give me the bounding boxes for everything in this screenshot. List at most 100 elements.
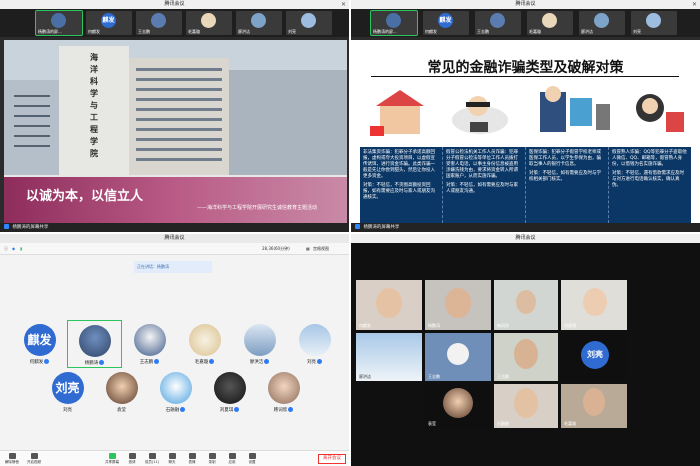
video-tile[interactable]: 王志鹏	[425, 333, 491, 381]
fraud-countermeasure: 对策：不轻信，不贪图高额投资回报，如有需要应及时与家人或朋友沟通核实。	[363, 183, 435, 200]
participant-thumb[interactable]: 王志鹏	[475, 11, 521, 35]
participant-name: 杨鹏涛的屏...	[373, 29, 397, 34]
button-label: 录制	[208, 460, 216, 464]
participant-thumb[interactable]: 杨鹏涛的屏...	[370, 10, 418, 36]
mic-muted-icon	[99, 360, 105, 365]
participant-thumb[interactable]: 廖洪洁	[579, 11, 625, 35]
start-video-button[interactable]: 开启视频	[26, 453, 42, 465]
reaction-button[interactable]: 表情	[184, 453, 200, 465]
video-tile[interactable]: 杨鹏涛	[425, 280, 491, 330]
svg-text:院: 院	[90, 148, 98, 158]
participant-thumb[interactable]: 麒发 何麒发	[423, 11, 469, 35]
shared-slide: 海洋科 学与工 程学院 以诚为本，以信立人 ——海洋科学与工程学院开展研究生诚信…	[4, 40, 347, 223]
participant-tile[interactable]: 杨鹏涛	[67, 320, 122, 368]
participant-strip: 杨鹏涛的屏... 麒发 何麒发 王志鹏 毛嘉璇 廖洪洁 刘亮	[351, 9, 700, 37]
members-button[interactable]: 成员(11)	[144, 453, 160, 465]
participant-tile[interactable]: 廖洪洁	[232, 320, 287, 368]
screen-share-icon	[355, 224, 360, 229]
participant-thumb[interactable]: 廖洪洁	[236, 11, 282, 35]
participant-name: 韩词欣	[497, 323, 509, 328]
unmute-button[interactable]: 解除静音	[4, 453, 20, 465]
mic-muted-icon	[234, 407, 240, 412]
participant-thumb[interactable]: 杨鹏涛的屏...	[35, 10, 83, 36]
participant-tile[interactable]: 韩词欣	[256, 368, 311, 416]
grid-view-icon[interactable]: ▦	[306, 243, 310, 255]
meeting-info-icon[interactable]: ⓘ	[4, 243, 8, 255]
apps-button[interactable]: 应用	[224, 453, 240, 465]
svg-text:学: 学	[90, 88, 98, 98]
participant-tile[interactable]: 袁莹	[94, 368, 149, 416]
close-icon[interactable]: ✕	[692, 0, 697, 9]
close-icon[interactable]: ✕	[341, 0, 346, 9]
fraud-types-panel: 非法集资诈骗：犯罪分子承诺高额回报，虚构或夸大投资项目，以虚假宣传诱饵，进行资金…	[360, 147, 691, 223]
video-tile[interactable]: 石融融	[494, 384, 558, 428]
video-tile[interactable]: 廖洪洁	[356, 333, 422, 381]
mic-muted-icon	[44, 359, 50, 364]
participant-tile[interactable]: 石融融	[148, 368, 203, 416]
video-tile[interactable]: 何麒发	[356, 280, 422, 330]
invite-button[interactable]: 邀请	[124, 453, 140, 465]
participant-face	[583, 288, 607, 316]
participant-name: 毛嘉璇	[194, 360, 209, 365]
participant-name: 刘亮	[307, 360, 316, 365]
participant-name: 王志鹏	[497, 374, 509, 379]
participant-thumb[interactable]: 麒发 何麒发	[86, 11, 132, 35]
heading-underline	[371, 76, 679, 77]
chat-button[interactable]: 聊天	[164, 453, 180, 465]
window-title: 腾讯会议	[515, 235, 536, 241]
participant-tile[interactable]: 刘亮 刘亮	[40, 368, 95, 416]
participant-name: 何麒发	[88, 29, 100, 34]
avatar	[151, 13, 166, 28]
view-switch-label[interactable]: 宫格视图	[313, 243, 329, 255]
fraud-column: 医保诈骗：犯罪分子假冒学校老师或医保工作人员，以学生参保为由，骗取当事人的银行卡…	[525, 147, 608, 223]
avatar	[267, 372, 300, 404]
participant-thumb[interactable]: 王志鹏	[136, 11, 182, 35]
participant-thumb[interactable]: 毛嘉璇	[186, 11, 232, 35]
shared-slide: 常见的金融诈骗类型及破解对策 非法集资诈骗：犯罪分子承诺高额回报，虚构或夸大投资…	[351, 40, 700, 223]
fraud-column: 假冒熟人诈骗：QQ等犯罪分子盗取他人微信、QQ、邮箱等，假冒熟人身份，以借钱为名…	[608, 147, 691, 223]
video-tile[interactable]: 刘亮	[561, 333, 627, 381]
participant-name: 廖洪洁	[359, 374, 371, 379]
participant-tile[interactable]: 毛嘉璇	[177, 320, 232, 368]
video-tile[interactable]: 毛嘉璇	[561, 384, 627, 428]
participant-name: 袁莹	[428, 421, 436, 426]
participant-name: 王志鹏	[428, 374, 440, 379]
svg-text:与: 与	[90, 100, 98, 110]
settings-button[interactable]: 设置	[244, 453, 260, 465]
participant-name: 毛嘉璇	[529, 29, 541, 34]
participant-name: 毛嘉璇	[188, 29, 200, 34]
microphone-icon	[8, 453, 16, 459]
participant-face	[445, 288, 471, 318]
illustration-money-house	[370, 90, 424, 136]
avatar	[490, 13, 505, 28]
video-tile[interactable]: 刘夏琪	[561, 280, 627, 330]
avatar: 麒发	[23, 324, 56, 356]
share-screen-button[interactable]: 共享屏幕	[104, 453, 120, 465]
avatar	[542, 13, 557, 28]
video-tile[interactable]: 王志鹏	[494, 333, 558, 381]
avatar: 麒发	[101, 13, 116, 28]
avatar	[188, 324, 221, 356]
participant-thumb[interactable]: 刘亮	[286, 11, 332, 35]
fraud-description: 医保诈骗：犯罪分子假冒学校老师或医保工作人员，以学生参保为由，骗取当事人的银行卡…	[529, 150, 601, 167]
fraud-countermeasure: 对策：不轻信，遇有借款需求应及时与对方进行电话确认核实，确认真伪。	[612, 171, 684, 188]
video-grid: 何麒发 杨鹏涛 韩词欣 刘夏琪 廖洪洁 王志鹏 王志鹏 刘亮 袁莹 石融融 毛嘉…	[351, 277, 700, 428]
participant-tile[interactable]: 麒发 何麒发	[12, 320, 67, 368]
participant-face	[514, 339, 538, 369]
participant-name: 廖洪洁	[581, 29, 593, 34]
leave-meeting-button[interactable]: 离开会议	[318, 454, 346, 464]
video-tile[interactable]: 袁莹	[425, 384, 491, 428]
participant-tile[interactable]: 刘亮	[287, 320, 342, 368]
participant-thumb[interactable]: 刘亮	[631, 11, 677, 35]
button-label: 表情	[188, 460, 196, 464]
button-label: 聊天	[168, 460, 176, 464]
mic-muted-icon	[154, 359, 160, 364]
participant-tile[interactable]: 刘夏琪	[202, 368, 257, 416]
record-button[interactable]: 录制	[204, 453, 220, 465]
video-tile[interactable]: 韩词欣	[494, 280, 558, 330]
window-title: 腾讯会议	[164, 235, 185, 241]
participant-tile[interactable]: 王志鹏	[122, 320, 177, 368]
participant-thumb[interactable]: 毛嘉璇	[527, 11, 573, 35]
avatar	[646, 13, 661, 28]
fraud-column: 非法集资诈骗：犯罪分子承诺高额回报，虚构或夸大投资项目，以虚假宣传诱饵，进行资金…	[360, 147, 442, 223]
